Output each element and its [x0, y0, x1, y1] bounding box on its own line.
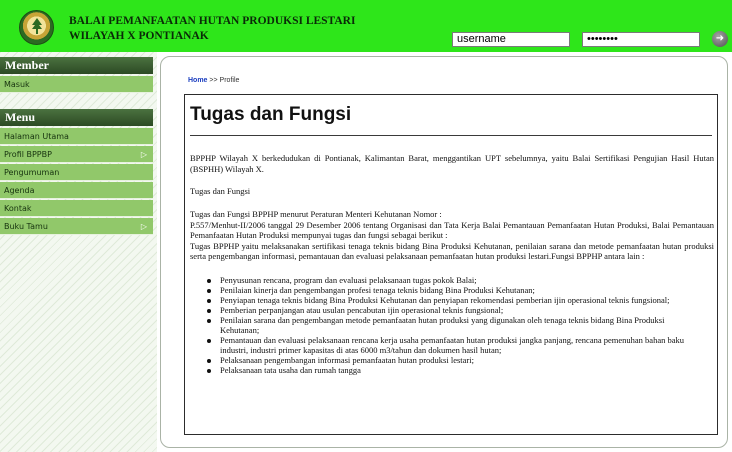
- subheading-paragraph: Tugas dan Fungsi: [190, 186, 251, 196]
- sidebar-item-agenda[interactable]: Agenda: [0, 182, 153, 199]
- sidebar-item-label: Agenda: [4, 186, 35, 195]
- submenu-arrow-icon: ▷: [140, 222, 147, 231]
- member-heading: Member: [0, 57, 153, 74]
- breadcrumb-home-link[interactable]: Home: [188, 77, 207, 84]
- list-item: Pelaksanaan pengembangan informasi peman…: [205, 355, 705, 366]
- logo-icon: [19, 10, 54, 45]
- breadcrumb-separator: >>: [209, 77, 218, 84]
- menu-heading: Menu: [0, 109, 153, 126]
- sidebar-item-profil[interactable]: Profil BPPBP ▷: [0, 146, 153, 163]
- article-box: Tugas dan Fungsi BPPHP Wilayah X berkedu…: [184, 94, 718, 435]
- function-list: Penyusunan rencana, program dan evaluasi…: [205, 275, 705, 376]
- page-title: Tugas dan Fungsi: [190, 104, 352, 125]
- sidebar-item-label: Buku Tamu: [4, 222, 48, 231]
- sidebar-item-label: Halaman Utama: [4, 132, 69, 141]
- regulation-line1: Tugas dan Fungsi BPPHP menurut Peraturan…: [190, 209, 442, 219]
- sidebar-item-label: Masuk: [4, 80, 30, 89]
- sidebar-item-label: Profil BPPBP: [4, 150, 52, 159]
- username-input[interactable]: username: [452, 32, 570, 47]
- arrow-right-circle-icon: ➜: [715, 33, 725, 44]
- sidebar-item-masuk[interactable]: Masuk: [0, 76, 153, 93]
- sidebar: Member Masuk Menu Halaman Utama Profil B…: [0, 52, 157, 452]
- submenu-arrow-icon: ▷: [140, 150, 147, 159]
- sidebar-item-kontak[interactable]: Kontak: [0, 200, 153, 217]
- tree-icon: [32, 18, 42, 34]
- list-item: Pelaksanaan tata usaha dan rumah tangga: [205, 365, 705, 376]
- site-title-line2: WILAYAH X PONTIANAK: [69, 30, 209, 42]
- regulation-line3: Tugas BPPHP yaitu melaksanakan sertifika…: [190, 240, 714, 262]
- site-title: BALAI PEMANFAATAN HUTAN PRODUKSI LESTARI…: [69, 14, 355, 44]
- list-item: Pemantauan dan evaluasi pelaksanaan renc…: [205, 335, 705, 355]
- intro-paragraph: BPPHP Wilayah X berkedudukan di Pontiana…: [190, 153, 714, 174]
- list-item: Penilaian sarana dan pengembangan metode…: [205, 316, 705, 335]
- sidebar-item-label: Kontak: [4, 204, 32, 213]
- sidebar-item-label: Pengumuman: [4, 168, 60, 177]
- breadcrumb-current: Profile: [219, 77, 240, 84]
- sidebar-item-pengumuman[interactable]: Pengumuman: [0, 164, 153, 181]
- sidebar-item-buku-tamu[interactable]: Buku Tamu ▷: [0, 218, 153, 235]
- regulation-line2: P.557/Menhut-II/2006 tanggal 29 Desember…: [190, 219, 714, 241]
- site-header: BALAI PEMANFAATAN HUTAN PRODUKSI LESTARI…: [0, 0, 732, 52]
- sidebar-item-halaman-utama[interactable]: Halaman Utama: [0, 128, 153, 145]
- password-input[interactable]: ••••••••: [582, 32, 700, 47]
- regulation-paragraph: Tugas dan Fungsi BPPHP menurut Peraturan…: [190, 209, 714, 262]
- login-button[interactable]: ➜: [712, 31, 728, 47]
- breadcrumb: Home >> Profile: [188, 77, 239, 84]
- site-title-line1: BALAI PEMANFAATAN HUTAN PRODUKSI LESTARI: [69, 15, 356, 27]
- title-divider: [190, 135, 712, 136]
